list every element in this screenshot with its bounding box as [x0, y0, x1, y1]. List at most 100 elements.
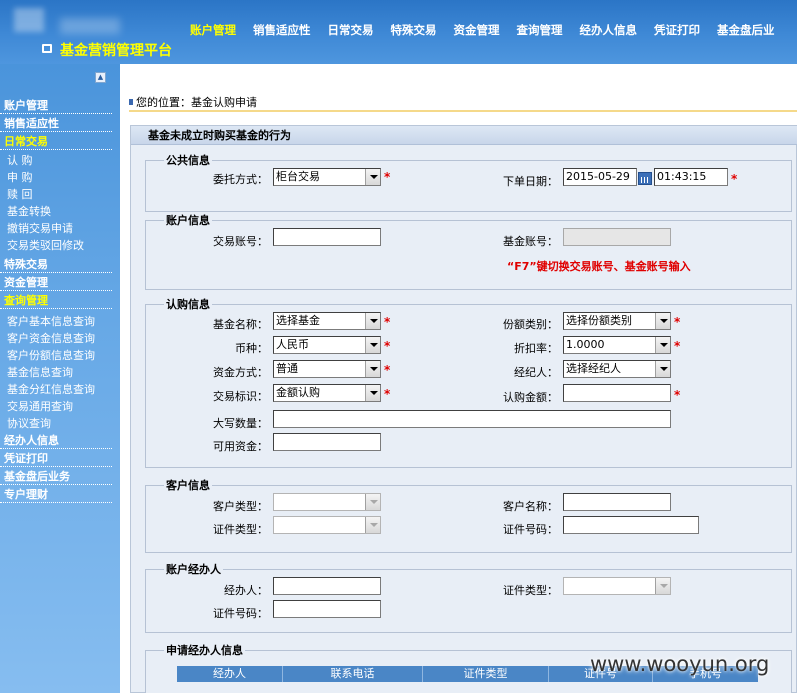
fund-method-label: 资金方式： — [213, 366, 268, 379]
sidebar-group-suitability[interactable]: 销售适应性 — [0, 115, 112, 132]
required-mark: * — [674, 388, 681, 402]
chevron-down-icon — [365, 313, 380, 329]
id-number-label: 证件号码： — [503, 523, 558, 536]
required-mark: * — [731, 172, 738, 186]
sidebar-group-special-account[interactable]: 专户理财 — [0, 486, 112, 503]
required-mark: * — [384, 387, 391, 401]
share-type-select[interactable]: 选择份额类别 — [563, 312, 671, 330]
capital-amount-label: 大写数量： — [213, 417, 268, 430]
discount-rate-select[interactable]: 1.0000 — [563, 336, 671, 354]
calendar-icon[interactable] — [638, 172, 652, 185]
topnav-item-account[interactable]: 账户管理 — [190, 22, 236, 38]
trade-account-label: 交易账号： — [213, 235, 268, 248]
sidebar-item-trade-query[interactable]: 交易通用查询 — [7, 398, 112, 415]
section-title: 账户信息 — [166, 214, 210, 227]
logo — [14, 8, 44, 32]
sidebar-item-purchase[interactable]: 申 购 — [7, 169, 112, 186]
sidebar-item-redeem[interactable]: 赎 回 — [7, 186, 112, 203]
sidebar-group-funds[interactable]: 资金管理 — [0, 274, 112, 291]
sidebar-item-agreement-query[interactable]: 协议查询 — [7, 415, 112, 432]
topnav-item-funds[interactable]: 资金管理 — [454, 22, 500, 38]
fund-name-label: 基金名称： — [213, 318, 268, 331]
sidebar-group-query[interactable]: 查询管理 — [0, 292, 112, 309]
sidebar-item-dividend-query[interactable]: 基金分红信息查询 — [7, 381, 112, 398]
chevron-down-icon — [365, 361, 380, 377]
sidebar-item-cancel-request[interactable]: 撤销交易申请 — [7, 220, 112, 237]
collapse-icon[interactable]: ▲ — [95, 72, 106, 83]
topnav-item-suitability[interactable]: 销售适应性 — [253, 22, 311, 38]
sidebar-group-agent-info[interactable]: 经办人信息 — [0, 432, 112, 449]
broker-select[interactable]: 选择经纪人 — [563, 360, 671, 378]
app-title-icon — [42, 44, 52, 53]
required-mark: * — [384, 315, 391, 329]
chevron-down-icon — [365, 494, 380, 510]
section-account-info: 账户信息 — [145, 212, 792, 290]
required-mark: * — [384, 170, 391, 184]
topnav-item-agent-info[interactable]: 经办人信息 — [580, 22, 638, 38]
chevron-down-icon — [655, 578, 670, 594]
customer-name-input[interactable] — [563, 493, 671, 511]
agent-id-type-label: 证件类型： — [503, 584, 558, 597]
column-header-phone[interactable]: 联系电话 — [283, 666, 423, 682]
topnav-item-query[interactable]: 查询管理 — [517, 22, 563, 38]
customer-type-select[interactable] — [273, 493, 381, 511]
sidebar-item-cust-share-query[interactable]: 客户份额信息查询 — [7, 347, 112, 364]
trade-flag-value: 金额认购 — [276, 386, 320, 399]
order-time-input[interactable]: 01:43:15 — [654, 168, 728, 186]
available-funds-input[interactable] — [273, 433, 381, 451]
customer-name-label: 客户名称： — [503, 500, 558, 513]
id-number-input[interactable] — [563, 516, 699, 534]
agent-input[interactable] — [273, 577, 381, 595]
subscribe-amount-input[interactable] — [563, 384, 671, 402]
fund-name-select[interactable]: 选择基金 — [273, 312, 381, 330]
capital-amount-input[interactable] — [273, 410, 671, 428]
chevron-down-icon — [655, 337, 670, 353]
sidebar-item-fund-convert[interactable]: 基金转换 — [7, 203, 112, 220]
topnav-item-voucher-print[interactable]: 凭证打印 — [654, 22, 700, 38]
section-title: 客户信息 — [166, 479, 210, 492]
column-header-agent[interactable]: 经办人 — [177, 666, 283, 682]
id-type-select[interactable] — [273, 516, 381, 534]
trade-flag-select[interactable]: 金额认购 — [273, 384, 381, 402]
required-mark: * — [674, 315, 681, 329]
chevron-down-icon — [365, 337, 380, 353]
agent-id-type-select[interactable] — [563, 577, 671, 595]
column-header-id-type[interactable]: 证件类型 — [423, 666, 549, 682]
section-customer-info: 客户信息 — [145, 477, 792, 553]
sidebar-item-cust-basic-query[interactable]: 客户基本信息查询 — [7, 313, 112, 330]
delegate-method-select[interactable]: 柜台交易 — [273, 168, 381, 186]
fund-account-input[interactable] — [563, 228, 671, 246]
agent-id-number-input[interactable] — [273, 600, 381, 618]
sidebar-item-fund-info-query[interactable]: 基金信息查询 — [7, 364, 112, 381]
top-header: 基金营销管理平台 账户管理 销售适应性 日常交易 特殊交易 资金管理 查询管理 … — [0, 0, 797, 64]
chevron-down-icon — [365, 517, 380, 533]
sidebar-item-subscribe[interactable]: 认 购 — [7, 152, 112, 169]
sidebar-group-daily-trade[interactable]: 日常交易 — [0, 133, 112, 150]
sidebar-item-reject-modify[interactable]: 交易类驳回修改 — [7, 237, 112, 254]
currency-label: 币种： — [235, 342, 268, 355]
sidebar-group-after-hours[interactable]: 基金盘后业务 — [0, 468, 112, 485]
sidebar-group-account[interactable]: 账户管理 — [0, 97, 112, 114]
share-type-value: 选择份额类别 — [566, 314, 632, 327]
panel-title: 基金未成立时购买基金的行为 — [131, 126, 797, 145]
sidebar-item-cust-funds-query[interactable]: 客户资金信息查询 — [7, 330, 112, 347]
trade-account-input[interactable] — [273, 228, 381, 246]
topnav-item-special-trade[interactable]: 特殊交易 — [391, 22, 437, 38]
order-date-input[interactable]: 2015-05-29 — [563, 168, 637, 186]
share-type-label: 份额类别： — [503, 318, 558, 331]
topnav-item-after-hours[interactable]: 基金盘后业 — [717, 22, 775, 38]
top-nav: 账户管理 销售适应性 日常交易 特殊交易 资金管理 查询管理 经办人信息 凭证打… — [190, 22, 792, 38]
chevron-down-icon — [655, 313, 670, 329]
currency-select[interactable]: 人民币 — [273, 336, 381, 354]
topnav-item-daily-trade[interactable]: 日常交易 — [328, 22, 374, 38]
fund-account-label: 基金账号： — [503, 235, 558, 248]
discount-rate-label: 折扣率： — [514, 342, 558, 355]
sidebar-group-special-trade[interactable]: 特殊交易 — [0, 256, 112, 273]
fund-method-select[interactable]: 普通 — [273, 360, 381, 378]
discount-rate-value: 1.0000 — [566, 338, 605, 351]
section-title: 公共信息 — [166, 154, 210, 167]
required-mark: * — [384, 363, 391, 377]
logo-text-blurred — [60, 18, 120, 34]
delegate-method-label: 委托方式： — [213, 173, 268, 186]
sidebar-group-voucher-print[interactable]: 凭证打印 — [0, 450, 112, 467]
